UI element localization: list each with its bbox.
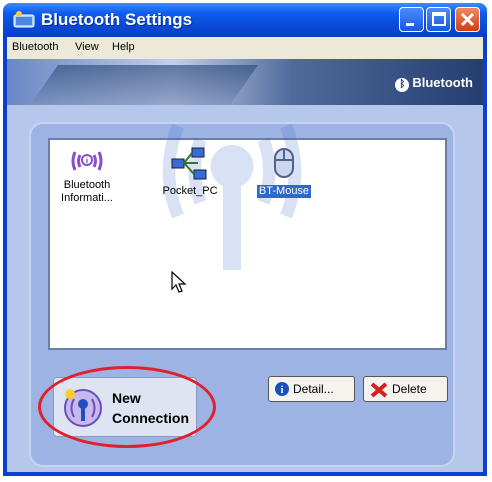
bluetooth-rune-icon: ᛒ [395,78,410,92]
svg-text:i: i [86,158,88,165]
list-item-bluetooth-information[interactable]: i Bluetooth Informati... [54,146,120,205]
close-button[interactable] [455,7,480,32]
device-label-selected: BT-Mouse [256,185,312,198]
maximize-button[interactable] [426,7,451,32]
mouse-pointer-icon [171,271,187,293]
list-item-pocket-pc[interactable]: Pocket_PC [156,146,224,198]
menu-help[interactable]: Help [112,41,135,53]
mouse-icon [274,148,294,178]
maximize-icon [432,12,446,26]
brand-label: Bluetooth [412,75,473,90]
device-label: Pocket_PC [162,185,218,197]
device-label: Bluetooth Informati... [61,179,113,204]
window-title: Bluetooth Settings [41,10,193,29]
title-bar[interactable]: Bluetooth Settings [3,3,487,37]
close-icon [460,12,475,27]
minimize-button[interactable] [399,7,424,32]
delete-button[interactable]: Delete [363,376,448,402]
bluetooth-settings-icon [13,11,35,28]
delete-x-icon [370,382,388,398]
highlight-annotation-circle [38,366,216,448]
detail-button[interactable]: i Detail... [268,376,355,402]
list-item-bt-mouse[interactable]: BT-Mouse [250,146,318,198]
info-icon: i [275,382,289,396]
menu-bluetooth[interactable]: Bluetooth [12,41,58,53]
menu-view[interactable]: View [75,41,99,53]
network-computers-icon [171,147,207,180]
bluetooth-brand-logo: ᛒ Bluetooth [395,75,473,92]
device-list-view[interactable]: i Bluetooth Informati... Pocket_PC BT-Mo… [48,123,447,350]
bluetooth-information-icon: i [71,151,103,171]
menu-bar: Bluetooth View Help [7,37,483,59]
minimize-icon [406,23,414,26]
detail-button-label: Detail... [293,382,334,396]
svg-text:i: i [281,385,284,396]
delete-button-label: Delete [392,382,427,396]
